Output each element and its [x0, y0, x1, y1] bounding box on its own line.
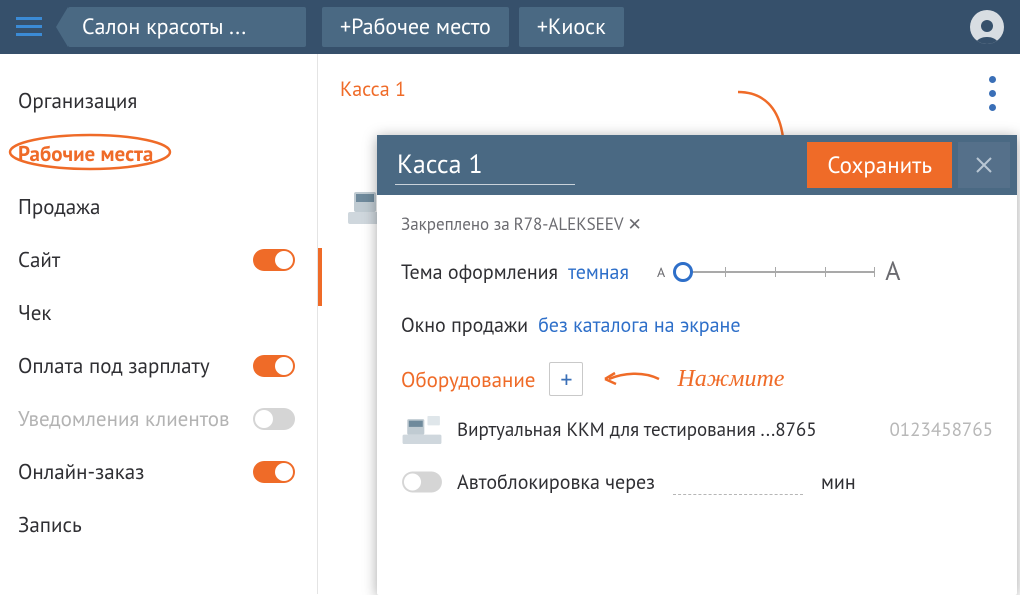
sidebar-item-receipt[interactable]: Чек: [0, 286, 317, 339]
slider-track[interactable]: [675, 271, 875, 273]
add-equipment-button[interactable]: +: [549, 362, 583, 396]
equipment-row: Оборудование + Нажмите: [401, 362, 993, 396]
toggle-site[interactable]: [253, 249, 295, 271]
active-row-marker: [318, 248, 322, 306]
sidebar-item-label: Чек: [18, 299, 51, 326]
attached-prefix: Закреплено за: [401, 213, 510, 235]
device-row[interactable]: Виртуальная ККМ для тестирования ...8765…: [401, 414, 993, 446]
sidebar-item-sale[interactable]: Продажа: [0, 180, 317, 233]
font-size-slider[interactable]: A A: [657, 255, 900, 288]
toggle-notifications: [253, 408, 295, 430]
theme-value[interactable]: темная: [568, 259, 629, 285]
device-name: Виртуальная ККМ для тестирования ...8765: [457, 418, 817, 442]
sidebar-item-label: Запись: [18, 511, 82, 538]
sidebar-item-workplaces[interactable]: Рабочие места: [0, 127, 317, 180]
person-icon: [973, 16, 1001, 44]
cash-register-icon: [401, 414, 443, 446]
slider-thumb[interactable]: [673, 262, 693, 282]
arrow-annotation-2: [601, 367, 661, 391]
sidebar-item-salary-pay[interactable]: Оплата под зарплату: [0, 339, 317, 392]
device-serial: 0123458765: [889, 418, 993, 442]
sidebar-item-site[interactable]: Сайт: [0, 233, 317, 286]
breadcrumb[interactable]: Салон красоты ...: [68, 7, 306, 47]
autolock-unit: мин: [821, 469, 856, 495]
equipment-label: Оборудование: [401, 366, 535, 393]
font-large-icon: A: [885, 255, 900, 288]
panel-header: Сохранить: [377, 135, 1017, 195]
sidebar-item-label: Продажа: [18, 193, 100, 220]
theme-row: Тема оформления темная A A: [401, 255, 993, 288]
sale-window-row: Окно продажи без каталога на экране: [401, 312, 993, 338]
avatar[interactable]: [970, 10, 1004, 44]
autolock-row: Автоблокировка через мин: [401, 468, 993, 495]
workplace-breadcrumb[interactable]: Касса 1: [340, 76, 406, 102]
sidebar-item-label: Организация: [18, 87, 137, 114]
sidebar-item-booking[interactable]: Запись: [0, 498, 317, 551]
sidebar-item-label: Онлайн-заказ: [18, 458, 144, 485]
add-workplace-button[interactable]: +Рабочее место: [322, 7, 509, 47]
autolock-label: Автоблокировка через: [457, 469, 655, 495]
toggle-salary-pay[interactable]: [253, 355, 295, 377]
breadcrumb-label: Салон красоты ...: [82, 13, 246, 41]
font-small-icon: A: [657, 263, 665, 281]
menu-button[interactable]: [0, 0, 58, 54]
autolock-toggle[interactable]: [402, 471, 442, 492]
attached-host-row: Закреплено за R78-ALEKSEEV ✕: [401, 213, 993, 235]
sidebar-item-online-order[interactable]: Онлайн-заказ: [0, 445, 317, 498]
sidebar-item-organization[interactable]: Организация: [0, 74, 317, 127]
add-kiosk-button[interactable]: +Киоск: [519, 7, 624, 47]
sidebar: Организация Рабочие места Продажа Сайт Ч…: [0, 54, 318, 594]
workplace-edit-panel: Сохранить Закреплено за R78-ALEKSEEV ✕ Т…: [377, 135, 1017, 595]
more-menu-button[interactable]: [985, 72, 1000, 115]
sale-window-label: Окно продажи: [401, 312, 528, 338]
autolock-minutes-input[interactable]: [673, 468, 803, 495]
close-button[interactable]: [958, 142, 1010, 188]
sidebar-item-label: Рабочие места: [18, 140, 153, 167]
hamburger-icon: [16, 17, 42, 37]
toggle-online-order[interactable]: [253, 461, 295, 483]
theme-label: Тема оформления: [401, 259, 558, 285]
sidebar-item-label: Сайт: [18, 246, 60, 273]
sidebar-item-label: Оплата под зарплату: [18, 352, 210, 379]
workplace-name-input[interactable]: [395, 146, 575, 185]
press-hint: Нажмите: [677, 366, 784, 393]
sidebar-item-notifications: Уведомления клиентов: [0, 392, 317, 445]
sale-window-value[interactable]: без каталога на экране: [538, 312, 740, 338]
close-icon: [974, 155, 994, 175]
app-header: Салон красоты ... +Рабочее место +Киоск: [0, 0, 1020, 54]
save-button[interactable]: Сохранить: [807, 142, 952, 188]
attached-host: R78-ALEKSEEV: [514, 213, 624, 235]
detach-button[interactable]: ✕: [628, 213, 642, 235]
sidebar-item-label: Уведомления клиентов: [18, 405, 229, 432]
